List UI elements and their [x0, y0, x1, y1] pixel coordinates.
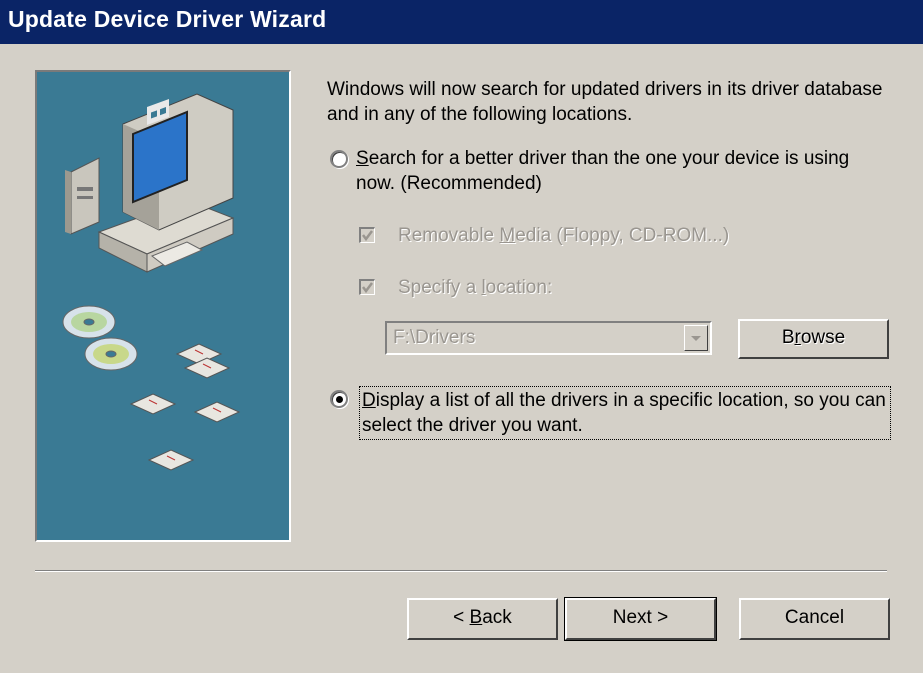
browse-label-pre: B [781, 327, 795, 348]
browse-button[interactable]: Browse [738, 319, 889, 359]
removable-label-pre: Removable [398, 225, 500, 246]
title-bar[interactable]: Update Device Driver Wizard [0, 0, 923, 44]
window-title: Update Device Driver Wizard [8, 6, 327, 32]
display-accel: D [362, 390, 376, 411]
chevron-down-icon [691, 336, 701, 341]
removable-media-label[interactable]: Removable Media (Floppy, CD-ROM...) [398, 223, 729, 248]
back-button[interactable]: < Back [407, 598, 558, 640]
radio-selected-dot [336, 396, 343, 403]
location-value: F:\Drivers [393, 327, 476, 348]
back-label-pre: < [453, 607, 470, 628]
removable-label-post: edia (Floppy, CD-ROM...) [515, 225, 730, 246]
wizard-illustration [35, 70, 291, 542]
check-mark-icon [362, 230, 373, 242]
specify-location-checkbox[interactable] [359, 279, 375, 295]
back-accel: B [469, 607, 483, 628]
location-label-pre: Specify a [398, 277, 482, 298]
location-combo[interactable]: F:\Drivers [385, 321, 712, 355]
display-list-option-label[interactable]: Display a list of all the drivers in a s… [359, 386, 891, 440]
wizard-window: Update Device Driver Wizard Windows will… [0, 0, 923, 673]
back-label-post: ack [482, 607, 512, 628]
computer-icon [65, 93, 235, 273]
next-button[interactable]: Next > [564, 597, 717, 641]
check-mark-icon [362, 282, 373, 294]
cd-disc-icon [62, 305, 138, 371]
search-accel: S [356, 148, 369, 169]
separator [35, 570, 887, 572]
display-list-radio[interactable] [330, 390, 348, 408]
specify-location-label[interactable]: Specify a location: [398, 275, 552, 300]
intro-text: Windows will now search for updated driv… [327, 79, 883, 125]
search-option-label[interactable]: Search for a better driver than the one … [356, 146, 876, 196]
dropdown-button[interactable] [684, 325, 708, 351]
floppy-disk-icon [129, 343, 241, 471]
location-label-post: ocation: [485, 277, 553, 298]
browse-label-post: owse [800, 327, 846, 348]
removable-media-checkbox[interactable] [359, 227, 375, 243]
display-label-rest: isplay a list of all the drivers in a sp… [362, 390, 886, 436]
search-radio[interactable] [330, 150, 348, 168]
removable-accel: M [499, 225, 516, 246]
search-label-rest: earch for a better driver than the one y… [356, 148, 850, 194]
cancel-button[interactable]: Cancel [739, 598, 890, 640]
